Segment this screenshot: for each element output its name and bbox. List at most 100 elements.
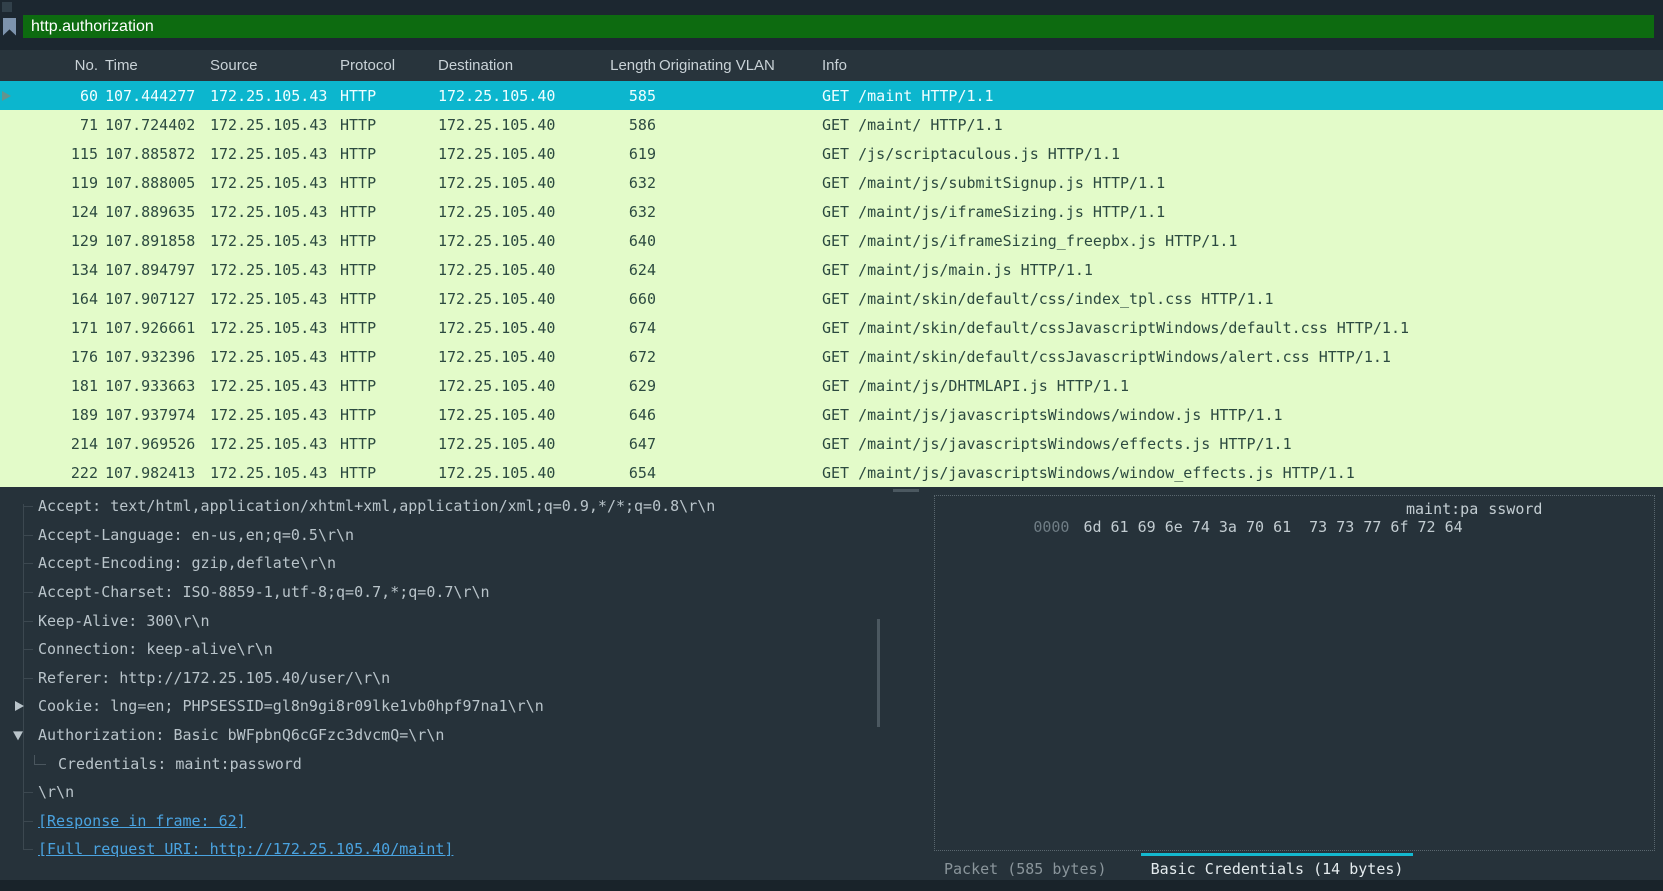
packet-protocol: HTTP [340,174,438,192]
packet-length: 674 [581,319,659,337]
expand-arrow-icon[interactable] [15,701,24,711]
collapse-arrow-icon[interactable] [13,731,23,740]
packet-length: 624 [581,261,659,279]
packet-destination: 172.25.105.40 [438,203,581,221]
details-line[interactable]: Accept-Language: en-us,en;q=0.5\r\n [0,521,881,550]
details-line[interactable]: Cookie: lng=en; PHPSESSID=gl8n9gi8r09lke… [0,692,881,721]
packet-row[interactable]: 222 107.982413 172.25.105.43 HTTP 172.25… [0,458,1663,487]
details-line-text: [Response in frame: 62] [38,812,246,830]
packet-info: GET /maint/js/submitSignup.js HTTP/1.1 [819,174,1663,192]
packet-source: 172.25.105.43 [210,377,340,395]
packet-time: 107.894797 [100,261,210,279]
column-header-no[interactable]: No. [0,57,100,74]
packet-info: GET /maint/js/DHTMLAPI.js HTTP/1.1 [819,377,1663,395]
packet-source: 172.25.105.43 [210,290,340,308]
packet-length: 585 [581,87,659,105]
packet-destination: 172.25.105.40 [438,319,581,337]
tab-packet-bytes[interactable]: Packet (585 bytes) [934,853,1117,884]
hex-ascii-column[interactable]: maint:password [1406,500,1542,518]
details-line[interactable]: Authorization: Basic bWFpbnQ6cGFzc3dvcmQ… [0,721,881,750]
tree-corner-guide [34,755,46,765]
packet-length: 672 [581,348,659,366]
details-line[interactable]: Referer: http://172.25.105.40/user/\r\n [0,664,881,693]
packet-length: 586 [581,116,659,134]
details-line-text: [Full request URI: http://172.25.105.40/… [38,840,453,858]
hex-dump-row[interactable]: 0000 6d 61 69 6e 74 3a 70 61 73 73 77 6f 7… [935,496,1654,572]
details-line[interactable]: Accept-Charset: ISO-8859-1,utf-8;q=0.7,*… [0,578,881,607]
column-header-protocol[interactable]: Protocol [340,57,438,74]
details-line[interactable]: Accept-Encoding: gzip,deflate\r\n [0,549,881,578]
packet-length: 646 [581,406,659,424]
packet-row[interactable]: 119 107.888005 172.25.105.43 HTTP 172.25… [0,168,1663,197]
packet-no: 124 [0,203,100,221]
packet-time: 107.888005 [100,174,210,192]
pane-splitter-handle[interactable] [893,489,919,492]
details-line[interactable]: Connection: keep-alive\r\n [0,635,881,664]
packet-row[interactable]: 181 107.933663 172.25.105.43 HTTP 172.25… [0,371,1663,400]
packet-no: 71 [0,116,100,134]
details-line[interactable]: Accept: text/html,application/xhtml+xml,… [0,492,881,521]
packet-time: 107.885872 [100,145,210,163]
packet-destination: 172.25.105.40 [438,406,581,424]
packet-row[interactable]: 214 107.969526 172.25.105.43 HTTP 172.25… [0,429,1663,458]
packet-bytes-pane: 0000 6d 61 69 6e 74 3a 70 61 73 73 77 6f 7… [881,487,1663,880]
details-line-text: Referer: http://172.25.105.40/user/\r\n [38,669,390,687]
details-line[interactable]: Credentials: maint:password [0,749,881,778]
details-line[interactable]: \r\n [0,778,881,807]
packet-row[interactable]: 129 107.891858 172.25.105.43 HTTP 172.25… [0,226,1663,255]
display-filter-input[interactable]: http.authorization [23,15,1654,38]
packet-no: 115 [0,145,100,163]
packet-time: 107.724402 [100,116,210,134]
details-line-text: Keep-Alive: 300\r\n [38,612,210,630]
hex-offset: 0000 [1033,518,1069,536]
packet-row[interactable]: 171 107.926661 172.25.105.43 HTTP 172.25… [0,313,1663,342]
packet-protocol: HTTP [340,145,438,163]
hex-bytes-group1[interactable]: 6d 61 69 6e 74 3a 70 61 [1083,518,1291,536]
details-line[interactable]: Keep-Alive: 300\r\n [0,606,881,635]
lower-panes: Accept: text/html,application/xhtml+xml,… [0,487,1663,880]
column-header-time[interactable]: Time [100,57,210,74]
details-scrollbar[interactable] [877,619,880,727]
packet-info: GET /maint/js/iframeSizing_freepbx.js HT… [819,232,1663,250]
packet-length: 654 [581,464,659,482]
column-header-destination[interactable]: Destination [438,57,581,74]
packet-row[interactable]: 71 107.724402 172.25.105.43 HTTP 172.25.… [0,110,1663,139]
app-mini-icon [2,2,12,12]
packet-row[interactable]: 115 107.885872 172.25.105.43 HTTP 172.25… [0,139,1663,168]
packet-protocol: HTTP [340,203,438,221]
top-chrome: http.authorization [0,0,1663,50]
details-line-text: Accept-Language: en-us,en;q=0.5\r\n [38,526,354,544]
packet-row[interactable]: 189 107.937974 172.25.105.43 HTTP 172.25… [0,400,1663,429]
packet-time: 107.932396 [100,348,210,366]
packet-protocol: HTTP [340,377,438,395]
details-line-text: Accept: text/html,application/xhtml+xml,… [38,497,715,515]
column-header-info[interactable]: Info [819,57,1663,74]
column-header-originating-vlan[interactable]: Originating VLAN [659,57,819,74]
packet-row[interactable]: 124 107.889635 172.25.105.43 HTTP 172.25… [0,197,1663,226]
details-line-text: Authorization: Basic bWFpbnQ6cGFzc3dvcmQ… [38,726,444,744]
packet-destination: 172.25.105.40 [438,290,581,308]
packet-info: GET /maint/js/javascriptsWindows/effects… [819,435,1663,453]
packet-length: 647 [581,435,659,453]
packet-destination: 172.25.105.40 [438,435,581,453]
packet-row[interactable]: 60 107.444277 172.25.105.43 HTTP 172.25.… [0,81,1663,110]
packet-info: GET /maint/ HTTP/1.1 [819,116,1663,134]
filter-bookmark-icon[interactable] [3,18,16,36]
details-line[interactable]: [Full request URI: http://172.25.105.40/… [0,835,881,864]
packet-time: 107.444277 [100,87,210,105]
packet-no: 189 [0,406,100,424]
titlebar-strip [0,0,1663,13]
details-line-text: Cookie: lng=en; PHPSESSID=gl8n9gi8r09lke… [38,697,544,715]
hex-bytes-group2[interactable]: 73 73 77 6f 72 64 [1309,518,1463,536]
bottom-strip [0,880,1663,891]
packet-source: 172.25.105.43 [210,261,340,279]
packet-row[interactable]: 164 107.907127 172.25.105.43 HTTP 172.25… [0,284,1663,313]
column-header-source[interactable]: Source [210,57,340,74]
column-header-length[interactable]: Length [581,57,659,74]
details-line-text: Connection: keep-alive\r\n [38,640,273,658]
packet-row[interactable]: 176 107.932396 172.25.105.43 HTTP 172.25… [0,342,1663,371]
details-line[interactable]: [Response in frame: 62] [0,807,881,836]
packet-row[interactable]: 134 107.894797 172.25.105.43 HTTP 172.25… [0,255,1663,284]
tab-basic-credentials-bytes[interactable]: Basic Credentials (14 bytes) [1141,853,1414,884]
hex-ascii-group2: ssword [1488,500,1542,518]
